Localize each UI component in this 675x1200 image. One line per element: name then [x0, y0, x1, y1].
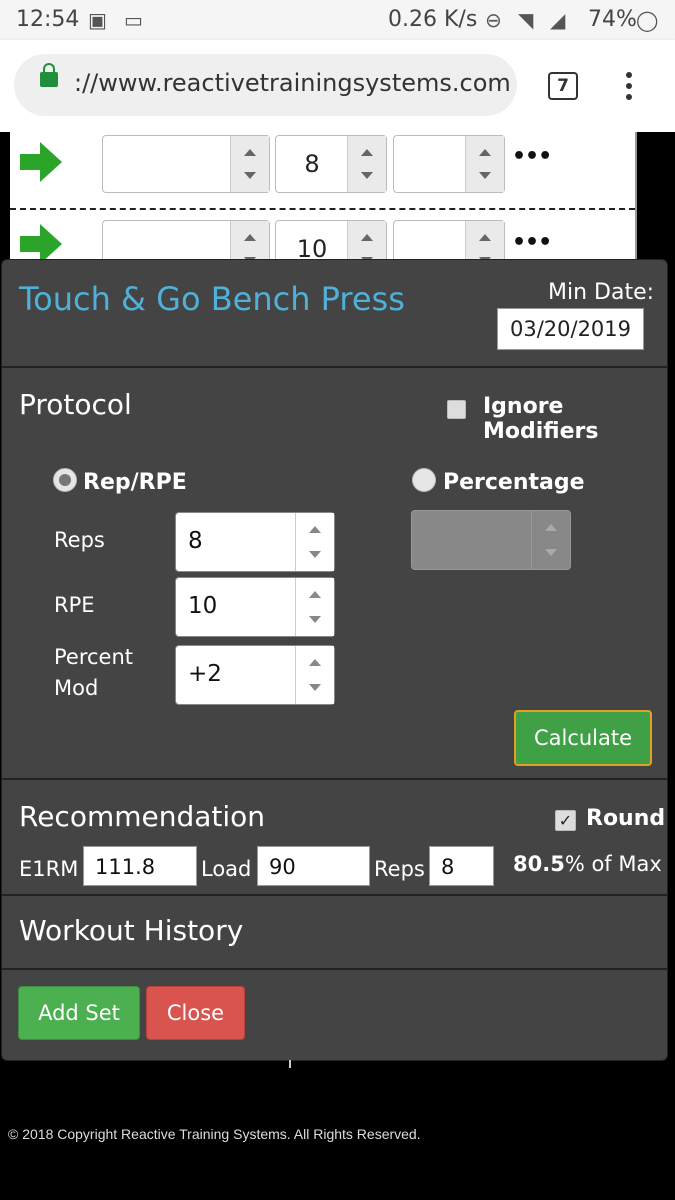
notification-icon: ▣ — [88, 8, 107, 32]
recommendation-heading: Recommendation — [19, 800, 266, 833]
ignore-modifiers-label: Ignore Modifiers — [483, 394, 599, 444]
percent-mod-stepper[interactable]: +2 — [175, 645, 335, 705]
min-date-field[interactable]: 03/20/2019 — [497, 308, 644, 350]
reps-field[interactable]: 8 — [429, 846, 494, 886]
percent-of-max: 80.5% of Max — [513, 852, 662, 876]
reps-label: Reps — [54, 528, 105, 552]
tab-switcher-button[interactable]: 7 — [548, 72, 578, 100]
copyright-footer: © 2018 Copyright Reactive Training Syste… — [8, 1126, 421, 1142]
reps-stepper[interactable]: 8 — [175, 512, 335, 572]
table-row: 8 ••• — [10, 132, 635, 207]
percentage-label: Percentage — [443, 470, 585, 495]
reps-label: Reps — [374, 857, 425, 881]
more-options-icon[interactable]: ••• — [512, 144, 552, 169]
arrow-right-icon[interactable] — [20, 224, 62, 264]
round-label: Round — [586, 806, 666, 831]
load-label: Load — [201, 857, 252, 881]
calculate-button[interactable]: Calculate — [514, 710, 652, 766]
recommendation-section: Recommendation ✓ Round E1RM 111.8 Load 9… — [2, 778, 667, 896]
e1rm-field[interactable]: 111.8 — [83, 846, 197, 886]
ignore-modifiers-checkbox[interactable] — [447, 400, 466, 419]
rep-rpe-radio[interactable] — [53, 468, 77, 492]
status-bar: 12:54 ▣ ▭ 0.26 K/s ⊖ ◥ ◢ 74% ◯ — [0, 0, 675, 40]
rep-rpe-label: Rep/RPE — [83, 470, 187, 495]
browser-toolbar: ://www.reactivetrainingsystems.com 7 — [0, 40, 675, 132]
address-bar[interactable]: ://www.reactivetrainingsystems.com — [14, 54, 517, 116]
rpe-stepper[interactable]: 10 — [175, 577, 335, 637]
workout-history-heading: Workout History — [19, 914, 244, 947]
url-text: ://www.reactivetrainingsystems.com — [74, 69, 511, 97]
sets-table: 8 ••• 10 ••• — [10, 132, 637, 278]
arrow-right-icon[interactable] — [20, 142, 62, 182]
rpe-input[interactable] — [393, 135, 505, 193]
rpe-label: RPE — [54, 593, 95, 617]
load-field[interactable]: 90 — [257, 846, 370, 886]
network-speed: 0.26 K/s — [388, 7, 478, 32]
round-checkbox[interactable]: ✓ — [555, 810, 576, 831]
close-button[interactable]: Close — [146, 986, 245, 1040]
divider — [289, 1060, 291, 1068]
add-set-button[interactable]: Add Set — [18, 986, 140, 1040]
do-not-disturb-icon: ⊖ — [485, 8, 502, 32]
overflow-menu-icon[interactable] — [626, 72, 632, 105]
min-date-label: Min Date: — [548, 280, 655, 305]
protocol-heading: Protocol — [19, 388, 132, 421]
battery-icon: ◯ — [636, 8, 659, 32]
signal-icon: ◢ — [550, 8, 566, 32]
wifi-icon: ◥ — [518, 8, 534, 32]
reps-input[interactable]: 8 — [275, 135, 387, 193]
status-time: 12:54 — [16, 7, 80, 32]
screen-icon: ▭ — [124, 8, 143, 32]
lock-icon — [40, 63, 58, 87]
percent-mod-label: Percent Mod — [54, 645, 134, 700]
modal-header: Touch & Go Bench Press Min Date: 03/20/2… — [2, 260, 667, 366]
percentage-radio[interactable] — [412, 468, 436, 492]
more-options-icon[interactable]: ••• — [512, 230, 552, 255]
modal-footer: Add Set Close — [2, 968, 667, 1060]
exercise-modal: Touch & Go Bench Press Min Date: 03/20/2… — [1, 259, 668, 1061]
percentage-input[interactable] — [411, 510, 571, 570]
workout-history-section[interactable]: Workout History — [2, 894, 667, 970]
weight-input[interactable] — [102, 135, 270, 193]
exercise-title: Touch & Go Bench Press — [19, 280, 405, 318]
protocol-section: Protocol Ignore Modifiers Rep/RPE Percen… — [2, 366, 667, 780]
e1rm-label: E1RM — [19, 857, 79, 881]
battery-level: 74% — [588, 7, 637, 32]
